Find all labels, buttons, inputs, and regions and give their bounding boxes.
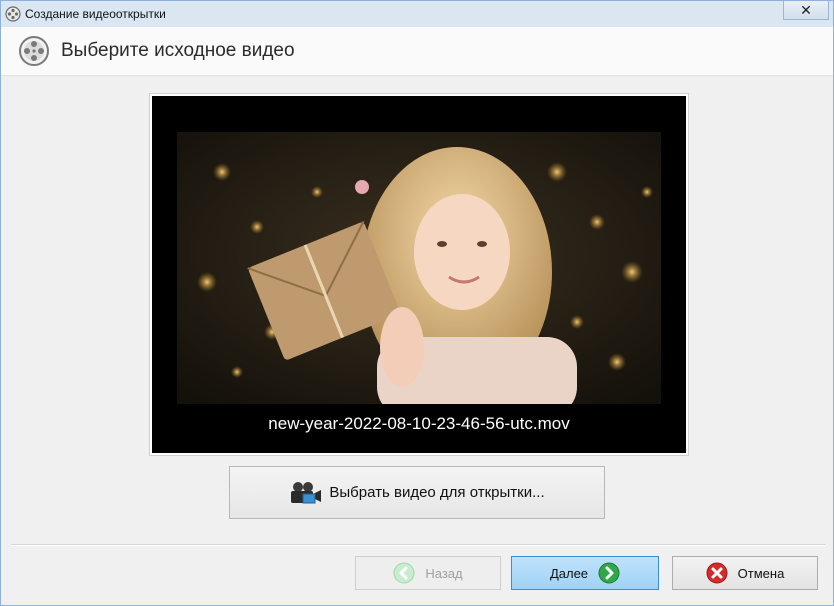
- video-file-name: new-year-2022-08-10-23-46-56-utc.mov: [268, 414, 570, 433]
- film-reel-icon: [19, 36, 49, 66]
- cancel-label: Отмена: [737, 565, 785, 581]
- footer-separator: [11, 544, 825, 546]
- step-header: Выберите исходное видео: [1, 27, 833, 76]
- back-label: Назад: [425, 565, 463, 581]
- film-reel-icon: [5, 6, 21, 22]
- video-thumbnail: [177, 132, 661, 404]
- next-label: Далее: [549, 565, 589, 581]
- video-camera-icon: [291, 481, 322, 503]
- choose-video-label: Выбрать видео для открытки...: [329, 484, 545, 501]
- choose-video-button[interactable]: Выбрать видео для открытки...: [229, 466, 605, 519]
- dialog-window: Создание видеооткрытки ✕ Выберите исходн…: [0, 0, 834, 606]
- close-button[interactable]: ✕: [783, 1, 829, 20]
- arrow-left-icon: [393, 562, 415, 584]
- back-button[interactable]: Назад: [355, 556, 501, 590]
- arrow-right-icon: [598, 562, 620, 584]
- next-button[interactable]: Далее: [511, 556, 659, 590]
- window-title: Создание видеооткрытки: [25, 7, 166, 21]
- title-bar[interactable]: Создание видеооткрытки ✕: [1, 1, 833, 27]
- video-preview: new-year-2022-08-10-23-46-56-utc.mov: [149, 93, 689, 456]
- cancel-button[interactable]: Отмена: [672, 556, 818, 590]
- close-icon: ✕: [800, 2, 812, 18]
- page-title: Выберите исходное видео: [61, 40, 295, 61]
- cancel-x-icon: [706, 562, 728, 584]
- video-frame-image: [177, 132, 661, 404]
